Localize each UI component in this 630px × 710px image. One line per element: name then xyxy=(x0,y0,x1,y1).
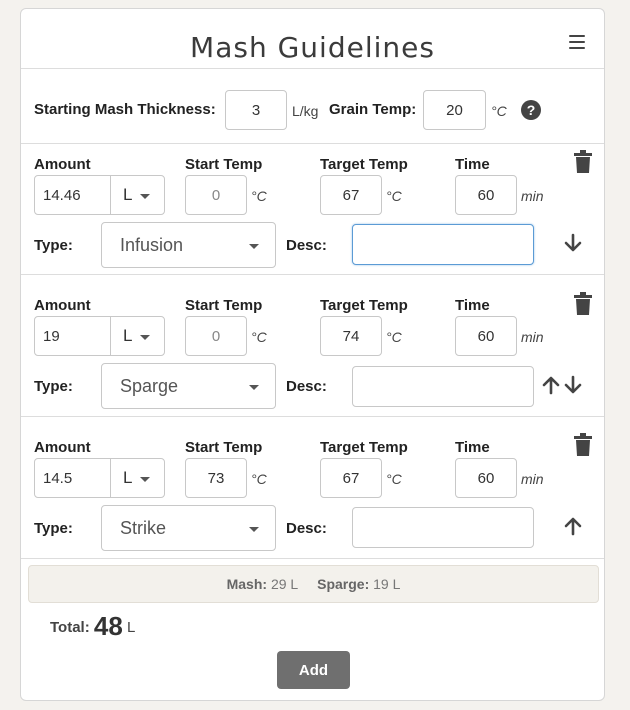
total-value: 48 xyxy=(93,611,123,641)
start-temp-label: Start Temp xyxy=(185,297,263,314)
type-label: Type: xyxy=(34,520,73,537)
chevron-down-icon xyxy=(140,335,150,340)
target-temp-label: Target Temp xyxy=(320,156,408,173)
grain-temp-label: Grain Temp: xyxy=(329,101,417,118)
add-button[interactable]: Add xyxy=(277,651,350,689)
arrow-up-icon[interactable] xyxy=(564,516,582,536)
divider xyxy=(21,416,604,417)
grain-temp-input[interactable]: 20 xyxy=(423,90,486,130)
target-temp-input[interactable]: 74 xyxy=(320,316,382,356)
chevron-down-icon xyxy=(140,194,150,199)
grain-temp-unit: °C xyxy=(491,103,507,119)
hamburger-menu-icon[interactable] xyxy=(569,35,585,49)
mash-label: Mash: xyxy=(226,576,268,592)
chevron-down-icon xyxy=(249,527,259,532)
thickness-unit: L/kg xyxy=(292,103,319,119)
type-value: Strike xyxy=(120,517,167,538)
amount-unit-value: L xyxy=(123,468,133,487)
target-temp-input[interactable]: 67 xyxy=(320,175,382,215)
trash-icon[interactable] xyxy=(573,292,593,316)
total-unit: L xyxy=(126,619,136,636)
time-label: Time xyxy=(455,297,490,314)
chevron-down-icon xyxy=(140,477,150,482)
time-label: Time xyxy=(455,156,490,173)
desc-label: Desc: xyxy=(286,520,327,537)
amount-label: Amount xyxy=(34,156,91,173)
time-unit: min xyxy=(521,188,544,204)
arrow-down-icon[interactable] xyxy=(564,375,582,395)
start-temp-unit: °C xyxy=(251,471,267,487)
type-label: Type: xyxy=(34,237,73,254)
target-temp-unit: °C xyxy=(386,188,402,204)
sparge-value: 19 L xyxy=(373,576,401,592)
amount-unit-select[interactable]: L xyxy=(110,458,165,498)
desc-input[interactable] xyxy=(352,366,534,407)
start-temp-input[interactable]: 73 xyxy=(185,458,247,498)
sparge-label: Sparge: xyxy=(317,576,370,592)
target-temp-label: Target Temp xyxy=(320,439,408,456)
type-label: Type: xyxy=(34,378,73,395)
divider xyxy=(21,558,604,559)
trash-icon[interactable] xyxy=(573,150,593,174)
amount-input[interactable]: 14.5 xyxy=(34,458,111,498)
desc-label: Desc: xyxy=(286,378,327,395)
desc-input[interactable] xyxy=(352,224,534,265)
time-label: Time xyxy=(455,439,490,456)
help-icon[interactable]: ? xyxy=(521,100,541,120)
time-input[interactable]: 60 xyxy=(455,458,517,498)
chevron-down-icon xyxy=(249,385,259,390)
amount-label: Amount xyxy=(34,297,91,314)
volume-summary: Mash: 29 L Sparge: 19 L xyxy=(28,565,599,603)
time-unit: min xyxy=(521,329,544,345)
thickness-input[interactable]: 3 xyxy=(225,90,287,130)
type-select[interactable]: Strike xyxy=(101,505,276,551)
desc-input[interactable] xyxy=(352,507,534,548)
target-temp-label: Target Temp xyxy=(320,297,408,314)
time-unit: min xyxy=(521,471,544,487)
arrow-up-icon[interactable] xyxy=(542,375,560,395)
divider xyxy=(21,274,604,275)
thickness-label: Starting Mash Thickness: xyxy=(34,101,216,118)
arrow-down-icon[interactable] xyxy=(564,233,582,253)
amount-unit-select[interactable]: L xyxy=(110,175,165,215)
start-temp-input[interactable]: 0 xyxy=(185,316,247,356)
divider xyxy=(21,68,604,69)
target-temp-unit: °C xyxy=(386,471,402,487)
type-value: Infusion xyxy=(120,234,184,255)
trash-icon[interactable] xyxy=(573,433,593,457)
target-temp-unit: °C xyxy=(386,329,402,345)
amount-input[interactable]: 19 xyxy=(34,316,111,356)
total-label: Total: xyxy=(50,619,90,636)
amount-label: Amount xyxy=(34,439,91,456)
amount-unit-value: L xyxy=(123,185,133,204)
type-value: Sparge xyxy=(120,375,179,396)
time-input[interactable]: 60 xyxy=(455,316,517,356)
divider xyxy=(21,143,604,144)
type-select[interactable]: Sparge xyxy=(101,363,276,409)
start-temp-input[interactable]: 0 xyxy=(185,175,247,215)
chevron-down-icon xyxy=(249,244,259,249)
target-temp-input[interactable]: 67 xyxy=(320,458,382,498)
start-temp-unit: °C xyxy=(251,329,267,345)
mash-guidelines-panel: Mash Guidelines Starting Mash Thickness:… xyxy=(20,8,605,701)
start-temp-label: Start Temp xyxy=(185,156,263,173)
start-temp-label: Start Temp xyxy=(185,439,263,456)
mash-value: 29 L xyxy=(270,576,298,592)
total: Total: 48 L xyxy=(50,611,135,642)
amount-unit-value: L xyxy=(123,326,133,345)
type-select[interactable]: Infusion xyxy=(101,222,276,268)
page-title: Mash Guidelines xyxy=(190,31,435,64)
start-temp-unit: °C xyxy=(251,188,267,204)
time-input[interactable]: 60 xyxy=(455,175,517,215)
desc-label: Desc: xyxy=(286,237,327,254)
amount-unit-select[interactable]: L xyxy=(110,316,165,356)
amount-input[interactable]: 14.46 xyxy=(34,175,111,215)
